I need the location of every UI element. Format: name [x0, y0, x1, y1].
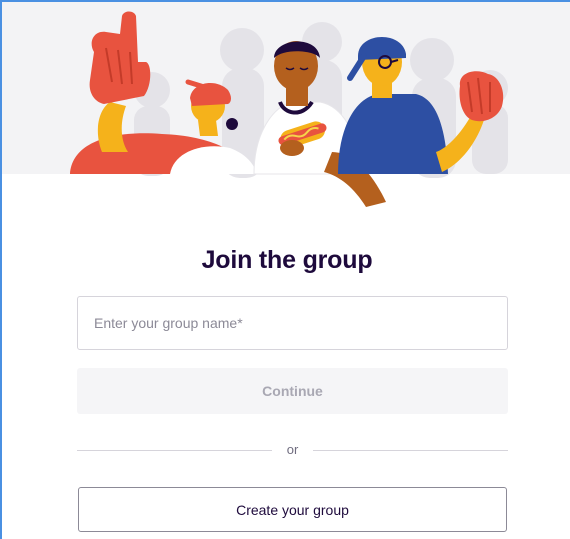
- continue-button[interactable]: Continue: [77, 368, 508, 414]
- hero-illustration: [2, 2, 570, 207]
- create-group-button[interactable]: Create your group: [78, 487, 507, 532]
- or-divider: or: [77, 440, 508, 460]
- join-group-panel: Join the group Continue or Create your g…: [0, 0, 570, 539]
- group-name-input[interactable]: [77, 296, 508, 350]
- divider-line-right: [313, 450, 508, 451]
- page-title: Join the group: [201, 246, 373, 274]
- fans-illustration: [70, 11, 508, 207]
